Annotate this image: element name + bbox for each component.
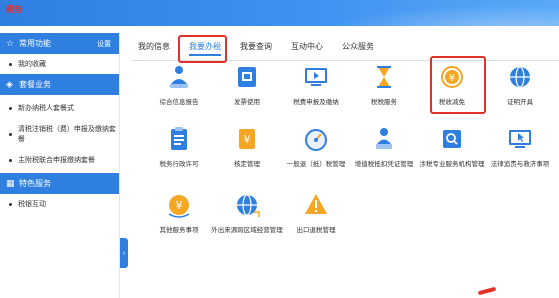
highlight-frame-tab [178,35,227,63]
service-item-label: 税税服务 [371,99,397,106]
invoice-icon [232,62,262,94]
service-item[interactable]: 税税服务 [352,62,416,108]
sidebar-section-common[interactable]: ☆ 常用功能 设置 [0,33,119,54]
service-item-label: 发票使用 [234,99,260,106]
bullet-icon [9,62,12,66]
service-item[interactable]: 证明开具 [488,62,552,108]
service-item[interactable]: 税务行政许可 [147,124,211,170]
service-item-label: 证明开具 [507,99,533,106]
tab-my-info[interactable]: 我的信息 [138,35,170,58]
service-item-label: 税务行政许可 [159,161,199,168]
service-item[interactable]: ¥ 核定管理 [215,124,279,170]
sidebar-section-special[interactable]: ▦ 特色服务 [0,173,119,194]
tab-public-service[interactable]: 公众服务 [342,35,374,58]
top-banner: 税务 [0,0,559,26]
sidebar-item-label: 新办纳税人套餐式 [18,105,74,112]
sidebar-section-title: 特色服务 [19,179,51,188]
service-item-label: 综合信息报告 [159,99,199,106]
sidebar: ☆ 常用功能 设置 我的收藏 ◈ 套餐业务 新办纳税人套餐式 清税注销税（费）申… [0,33,120,298]
bullet-icon [9,132,12,136]
bullet-icon [9,202,12,206]
sidebar-collapse-button[interactable]: ‹ [120,238,128,268]
grid-icon: ▦ [6,178,15,188]
service-item-label: 增值税抵扣凭证管理 [354,161,414,168]
sidebar-item-label: 清税注销税（费）申报及缴纳套餐 [17,126,116,143]
sidebar-item-new-taxpayer[interactable]: 新办纳税人套餐式 [0,95,119,121]
svg-text:¥: ¥ [244,133,251,146]
highlight-frame-service [430,56,486,114]
service-item[interactable]: 增值税抵扣凭证管理 [352,124,416,170]
service-item[interactable]: 发票使用 [215,62,279,108]
svg-text:¥: ¥ [176,199,183,212]
sidebar-section-title: 套餐业务 [19,80,51,89]
service-item[interactable]: 综合信息报告 [147,62,211,108]
person-report-icon [164,62,194,94]
bullet-icon [9,106,12,110]
sidebar-item-label: 税银互动 [18,201,46,208]
search-doc-icon [437,124,467,156]
sidebar-item-label: 我的收藏 [18,61,46,68]
sidebar-item-favorites[interactable]: 我的收藏 [0,54,119,74]
sidebar-section-title: 常用功能 [19,39,51,48]
service-item[interactable]: 涉税专业服务机构管理 [420,124,485,170]
globe-arrow-icon [232,190,262,222]
service-item-label: 外出来源跨区域经营管理 [211,227,283,234]
service-item-label: 税费申报及缴纳 [293,99,339,106]
gauge-icon [301,124,331,156]
service-item-label: 一般退（抵）税管理 [286,161,346,168]
annotation-arrow [477,286,497,296]
tab-interaction[interactable]: 互动中心 [291,35,323,58]
tab-query[interactable]: 我要查询 [240,35,272,58]
service-item[interactable]: ¥ 其他服务事项 [147,190,211,236]
yuan-coin-icon: ¥ [164,190,194,222]
monitor-declare-icon [301,62,331,94]
service-item[interactable]: 外出来源跨区域经营管理 [211,190,283,236]
service-item-label: 涉税专业服务机构管理 [419,161,485,168]
layers-icon: ◈ [6,79,13,89]
clipboard-icon [164,124,194,156]
person-stamp-icon [369,124,399,156]
service-item[interactable]: 法律追责与救济事项 [488,124,552,170]
yuan-document-icon: ¥ [232,124,262,156]
logo: 税务 [6,5,22,14]
service-item-label: 核定管理 [234,161,260,168]
banner-decoration [299,0,559,26]
service-item[interactable]: 一般退（抵）税管理 [284,124,348,170]
star-icon: ☆ [6,38,15,48]
sidebar-section-packages[interactable]: ◈ 套餐业务 [0,74,119,95]
service-item-label: 法律追责与救济事项 [490,161,550,168]
sidebar-item-label: 主附税联合申报缴纳套餐 [18,157,95,164]
service-item-label: 其他服务事项 [159,227,199,234]
hourglass-icon [369,62,399,94]
service-item-label: 出口退税管理 [296,227,336,234]
sidebar-item-deregistration[interactable]: 清税注销税（费）申报及缴纳套餐 [0,121,119,147]
service-item[interactable]: 出口退税管理 [284,190,348,236]
bullet-icon [9,158,12,162]
sidebar-item-joint-declaration[interactable]: 主附税联合申报缴纳套餐 [0,147,119,173]
service-item[interactable]: 税费申报及缴纳 [284,62,348,108]
globe-icon [505,62,535,94]
monitor-pointer-icon [505,124,535,156]
sidebar-item-bank-tax[interactable]: 税银互动 [0,194,119,214]
settings-link[interactable]: 设置 [97,39,111,49]
warning-icon [301,190,331,222]
